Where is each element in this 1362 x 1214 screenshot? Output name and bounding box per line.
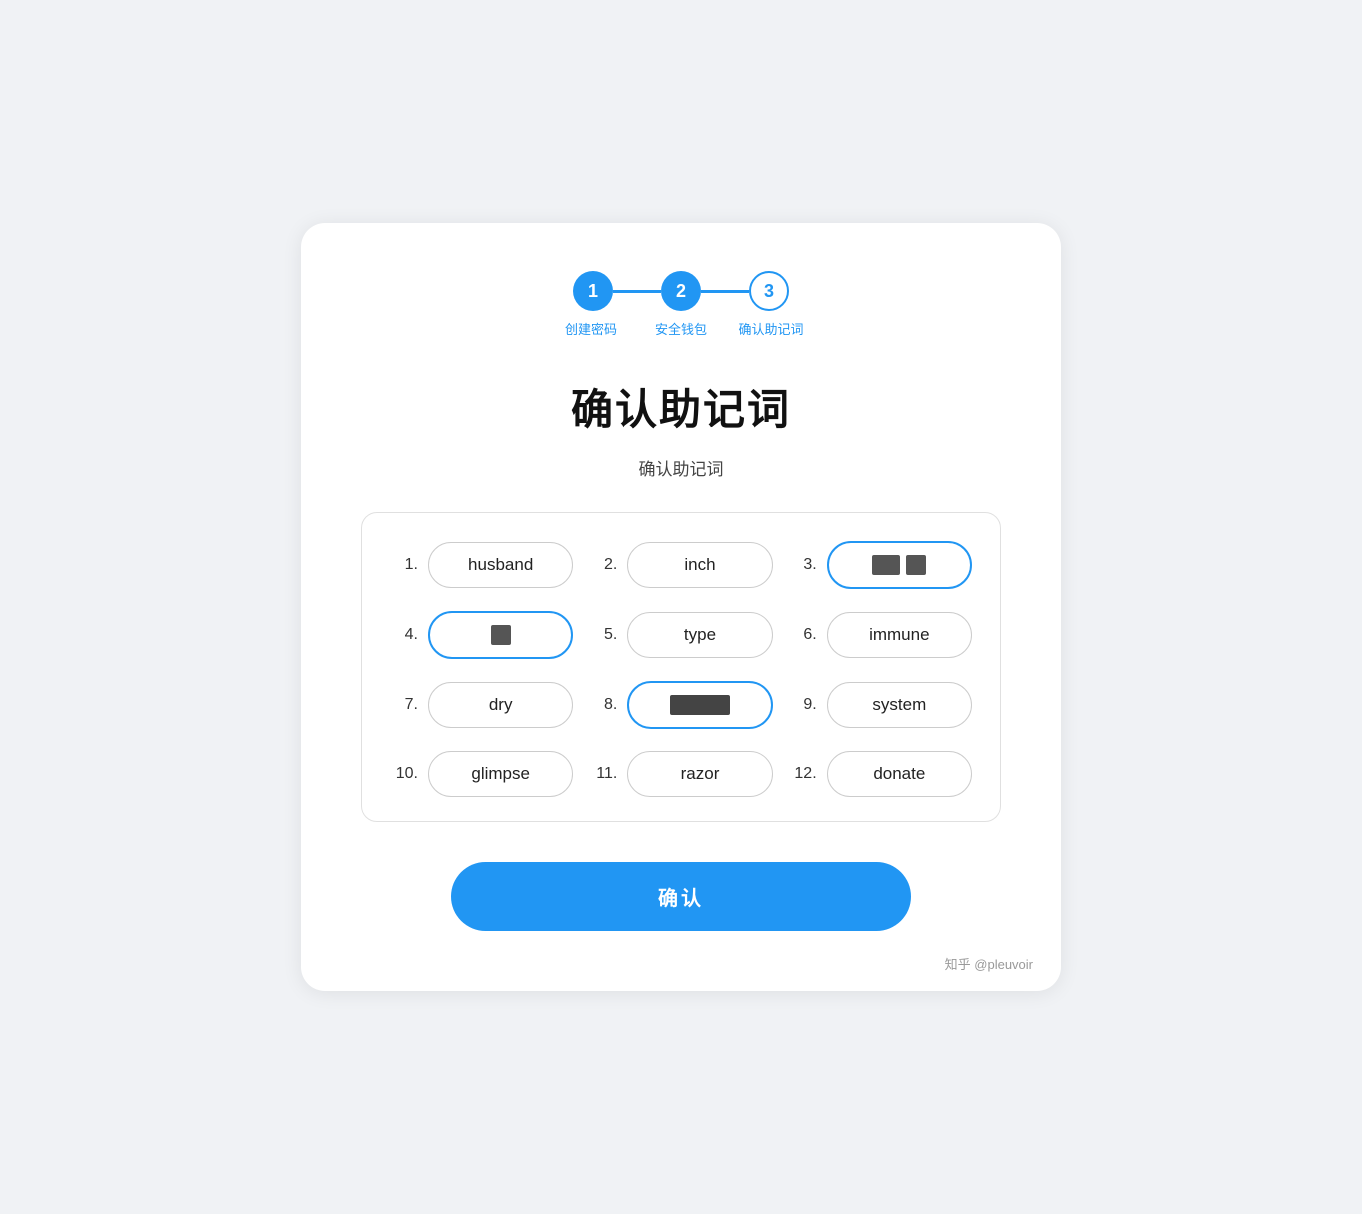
mnemonic-word-10[interactable]: glimpse — [428, 751, 573, 797]
mnemonic-number-4: 4. — [390, 626, 418, 644]
step-line-2 — [701, 290, 749, 293]
mnemonic-item-4: 4. — [390, 611, 573, 659]
mnemonic-word-2[interactable]: inch — [627, 542, 772, 588]
step-line-1 — [613, 290, 661, 293]
mnemonic-word-6[interactable]: immune — [827, 612, 972, 658]
mnemonic-item-2: 2. inch — [589, 541, 772, 589]
redact-block-3a — [872, 555, 900, 575]
stepper: 1 2 3 创建密码 安全钱包 确认助记词 — [361, 271, 1001, 339]
mnemonic-number-7: 7. — [390, 696, 418, 714]
mnemonic-word-9[interactable]: system — [827, 682, 972, 728]
mnemonic-number-11: 11. — [589, 765, 617, 783]
step-3-circle: 3 — [749, 271, 789, 311]
mnemonic-item-5: 5. type — [589, 611, 772, 659]
mnemonic-number-6: 6. — [789, 626, 817, 644]
mnemonic-item-6: 6. immune — [789, 611, 972, 659]
mnemonic-item-9: 9. system — [789, 681, 972, 729]
mnemonic-word-5[interactable]: type — [627, 612, 772, 658]
mnemonic-item-7: 7. dry — [390, 681, 573, 729]
mnemonic-word-3[interactable] — [827, 541, 972, 589]
redact-block-4 — [491, 625, 511, 645]
mnemonic-number-9: 9. — [789, 696, 817, 714]
redact-block-3b — [906, 555, 926, 575]
stepper-row: 1 2 3 — [573, 271, 789, 311]
mnemonic-number-1: 1. — [390, 556, 418, 574]
mnemonic-item-1: 1. husband — [390, 541, 573, 589]
mnemonic-word-1[interactable]: husband — [428, 542, 573, 588]
mnemonic-word-11[interactable]: razor — [627, 751, 772, 797]
step-3-label: 确认助记词 — [726, 321, 816, 339]
mnemonic-item-3: 3. — [789, 541, 972, 589]
mnemonic-item-8: 8. — [589, 681, 772, 729]
mnemonic-number-3: 3. — [789, 556, 817, 574]
step-2-label: 安全钱包 — [636, 321, 726, 339]
watermark: 知乎 @pleuvoir — [945, 954, 1033, 973]
mnemonic-item-11: 11. razor — [589, 751, 772, 797]
mnemonic-grid: 1. husband 2. inch 3. 4. — [390, 541, 972, 797]
mnemonic-number-8: 8. — [589, 696, 617, 714]
mnemonic-word-8[interactable] — [627, 681, 772, 729]
redact-block-8 — [670, 695, 730, 715]
mnemonic-container: 1. husband 2. inch 3. 4. — [361, 512, 1001, 822]
page-title: 确认助记词 — [361, 376, 1001, 437]
mnemonic-word-7[interactable]: dry — [428, 682, 573, 728]
page-subtitle: 确认助记词 — [361, 455, 1001, 480]
mnemonic-word-12[interactable]: donate — [827, 751, 972, 797]
mnemonic-item-12: 12. donate — [789, 751, 972, 797]
main-card: 1 2 3 创建密码 安全钱包 确认助记词 确认助记词 确认助记词 1. hus… — [301, 223, 1061, 990]
mnemonic-number-2: 2. — [589, 556, 617, 574]
step-2-circle: 2 — [661, 271, 701, 311]
mnemonic-word-4[interactable] — [428, 611, 573, 659]
stepper-labels: 创建密码 安全钱包 确认助记词 — [546, 321, 816, 339]
mnemonic-item-10: 10. glimpse — [390, 751, 573, 797]
step-1-circle: 1 — [573, 271, 613, 311]
mnemonic-number-5: 5. — [589, 626, 617, 644]
mnemonic-number-12: 12. — [789, 765, 817, 783]
step-1-label: 创建密码 — [546, 321, 636, 339]
confirm-button[interactable]: 确认 — [451, 862, 911, 931]
mnemonic-number-10: 10. — [390, 765, 418, 783]
